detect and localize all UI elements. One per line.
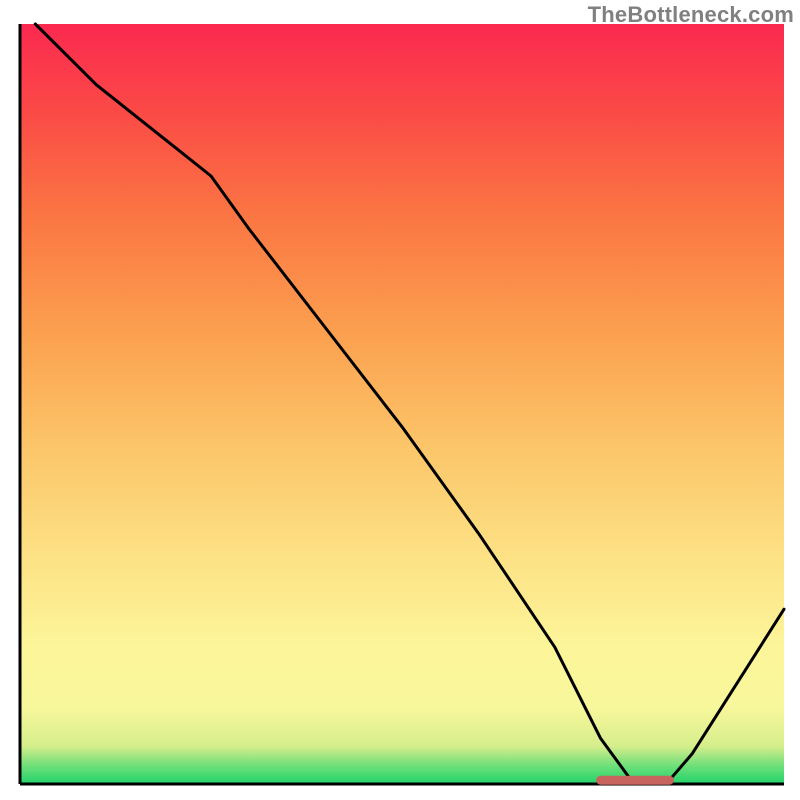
- watermark-label: TheBottleneck.com: [588, 2, 794, 28]
- chart-canvas: TheBottleneck.com: [0, 0, 800, 800]
- bottleneck-plot: [0, 0, 800, 800]
- plot-background: [20, 24, 784, 784]
